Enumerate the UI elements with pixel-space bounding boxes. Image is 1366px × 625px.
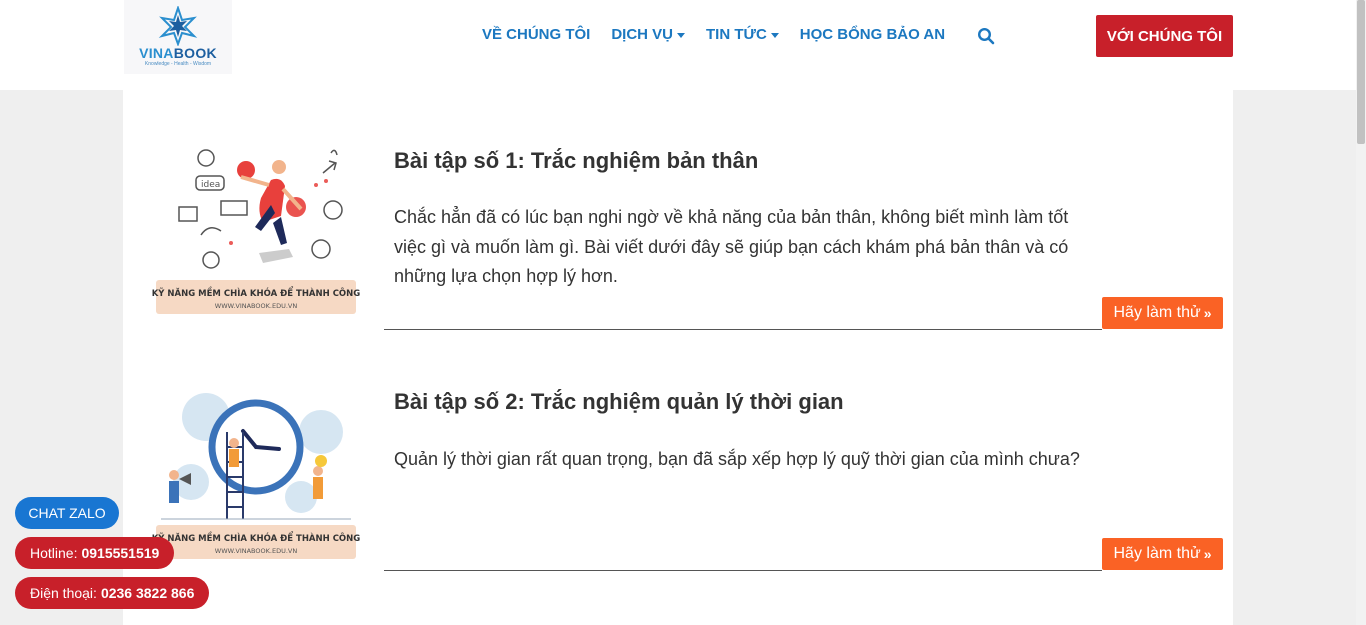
thumbnail-url: WWW.VINABOOK.EDU.VN bbox=[215, 547, 298, 555]
chat-zalo-button[interactable]: CHAT ZALO bbox=[15, 497, 119, 529]
article-thumbnail[interactable]: idea KỸ NĂNG MỀM CHÌA KHÓA ĐỂ THÀNH CÔNG… bbox=[151, 145, 361, 325]
caret-down-icon bbox=[677, 32, 686, 38]
try-it-label: Hãy làm thử bbox=[1113, 545, 1201, 562]
caret-down-icon bbox=[770, 32, 779, 38]
thumbnail-word: idea bbox=[201, 180, 220, 190]
article-title[interactable]: Bài tập số 1: Trắc nghiệm bản thân bbox=[394, 148, 758, 174]
article-description: Chắc hẳn đã có lúc bạn nghi ngờ về khả n… bbox=[394, 207, 1069, 286]
nav-label: DỊCH VỤ bbox=[611, 26, 674, 43]
nav-label: VỀ CHÚNG TÔI bbox=[482, 26, 591, 43]
phone-button[interactable]: Điện thoại: 0236 3822 866 bbox=[15, 577, 210, 609]
main-content: idea KỸ NĂNG MỀM CHÌA KHÓA ĐỂ THÀNH CÔNG… bbox=[123, 90, 1233, 625]
scrollbar-thumb[interactable] bbox=[1357, 0, 1365, 144]
double-chevron-right-icon: » bbox=[1203, 305, 1212, 321]
main-nav: VỀ CHÚNG TÔI DỊCH VỤ TIN TỨC HỌC BỔNG BẢ… bbox=[482, 25, 966, 45]
try-it-label: Hãy làm thử bbox=[1113, 304, 1201, 321]
article-divider bbox=[384, 570, 1102, 571]
nav-item-about[interactable]: VỀ CHÚNG TÔI bbox=[482, 25, 590, 45]
chat-zalo-label: CHAT ZALO bbox=[28, 505, 106, 521]
site-header: VINABOOK Knowledge - Health - Wisdom VỀ … bbox=[0, 0, 1366, 90]
logo-star-icon bbox=[158, 6, 198, 46]
article-description: Quản lý thời gian rất quan trọng, bạn đã… bbox=[394, 449, 1080, 469]
nav-label: TIN TỨC bbox=[706, 26, 767, 43]
article-thumbnail[interactable]: KỸ NĂNG MỀM CHÌA KHÓA ĐỂ THÀNH CÔNG WWW.… bbox=[151, 387, 361, 567]
site-logo[interactable]: VINABOOK Knowledge - Health - Wisdom bbox=[124, 0, 232, 74]
hotline-label: Hotline: bbox=[30, 545, 78, 561]
logo-tagline: Knowledge - Health - Wisdom bbox=[144, 61, 212, 67]
try-it-button[interactable]: Hãy làm thử» bbox=[1102, 297, 1223, 329]
article-title[interactable]: Bài tập số 2: Trắc nghiệm quản lý thời g… bbox=[394, 389, 844, 415]
try-it-button[interactable]: Hãy làm thử» bbox=[1102, 538, 1223, 570]
article-divider bbox=[384, 329, 1102, 330]
search-icon[interactable] bbox=[977, 27, 995, 45]
nav-item-scholarship[interactable]: HỌC BỔNG BẢO AN bbox=[800, 25, 945, 45]
contact-us-button[interactable]: VỚI CHÚNG TÔI bbox=[1096, 15, 1233, 57]
hotline-button[interactable]: Hotline: 0915551519 bbox=[15, 537, 175, 569]
logo-wordmark: VINABOOK bbox=[139, 45, 217, 61]
nav-item-news[interactable]: TIN TỨC bbox=[706, 25, 779, 45]
nav-item-services[interactable]: DỊCH VỤ bbox=[611, 25, 686, 45]
phone-label: Điện thoại: bbox=[30, 585, 97, 601]
thumbnail-url: WWW.VINABOOK.EDU.VN bbox=[215, 302, 298, 310]
phone-number: 0236 3822 866 bbox=[100, 585, 195, 601]
double-chevron-right-icon: » bbox=[1203, 546, 1212, 562]
page-scrollbar[interactable] bbox=[1356, 0, 1366, 625]
nav-label: HỌC BỔNG BẢO AN bbox=[799, 26, 946, 43]
hotline-number: 0915551519 bbox=[81, 545, 160, 561]
